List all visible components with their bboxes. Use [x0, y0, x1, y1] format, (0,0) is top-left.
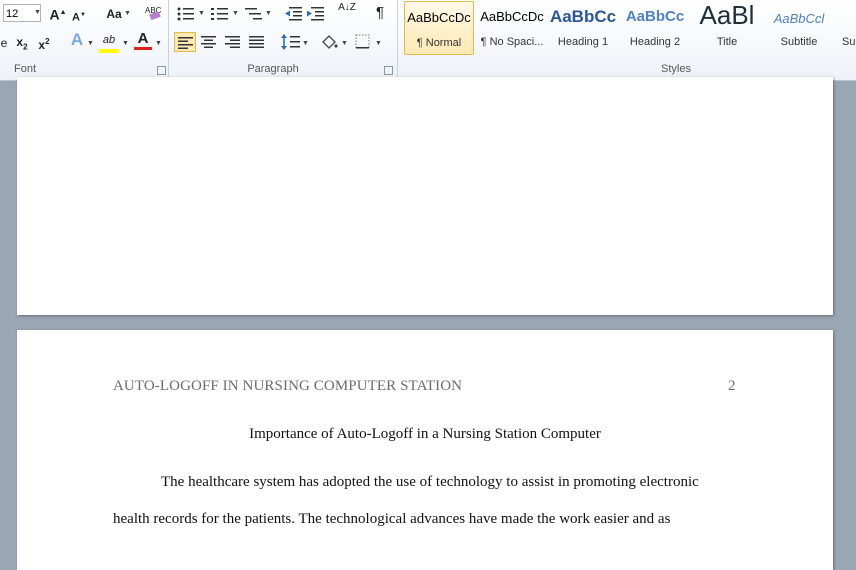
numbering-icon[interactable] — [211, 6, 229, 22]
page-2[interactable]: AUTO-LOGOFF IN NURSING COMPUTER STATION … — [17, 330, 833, 570]
multilevel-dropdown-icon[interactable]: ▼ — [265, 10, 272, 17]
style-title[interactable]: AaBl Title — [692, 0, 762, 55]
running-header: AUTO-LOGOFF IN NURSING COMPUTER STATION — [113, 378, 463, 394]
style-subtitle[interactable]: AaBbCcl Subtitle — [764, 1, 834, 55]
ribbon: 12 ▼ A▲ A▼ Aa ▼ ABC e x2 x2 A ▼ ab ▼ A ▼… — [0, 0, 856, 81]
styles-group-label: Styles — [661, 63, 691, 75]
page-1[interactable] — [17, 77, 833, 315]
align-center-icon[interactable] — [201, 35, 217, 49]
show-hide-button[interactable]: ¶ — [372, 5, 388, 21]
font-dialog-launcher-icon[interactable] — [157, 66, 166, 75]
document-canvas[interactable]: AUTO-LOGOFF IN NURSING COMPUTER STATION … — [0, 77, 856, 570]
line-spacing-icon[interactable] — [281, 34, 301, 50]
format-painter-fragment[interactable]: e — [0, 35, 8, 51]
multilevel-list-icon[interactable] — [245, 6, 263, 22]
increase-indent-icon[interactable] — [307, 6, 325, 22]
divider — [397, 0, 398, 78]
highlight-color-bar — [99, 49, 119, 53]
paragraph-line: The healthcare system has adopted the us… — [161, 474, 699, 490]
shading-bucket-icon[interactable] — [320, 34, 338, 50]
decrease-indent-icon[interactable] — [285, 6, 303, 22]
text-effects-dropdown-icon[interactable]: ▼ — [87, 40, 94, 47]
align-right-icon[interactable] — [225, 35, 241, 49]
paragraph-line: health records for the patients. The tec… — [113, 511, 671, 527]
paragraph-group-label: Paragraph — [247, 63, 299, 75]
font-color-bar — [134, 47, 152, 50]
font-color-button[interactable]: A — [134, 31, 152, 50]
highlight-dropdown-icon[interactable]: ▼ — [122, 40, 129, 47]
font-size-value: 12 — [6, 8, 19, 20]
style-no-spacing[interactable]: AaBbCcDc ¶ No Spaci... — [477, 1, 547, 55]
text-effects-button[interactable]: A — [68, 31, 86, 48]
highlight-button[interactable]: ab — [99, 32, 119, 53]
paragraph-dialog-launcher-icon[interactable] — [384, 66, 393, 75]
align-left-icon — [178, 37, 193, 49]
style-heading-1[interactable]: AaBbCc Heading 1 — [548, 1, 618, 55]
change-case-button[interactable]: Aa — [102, 6, 126, 22]
style-partial[interactable]: Su — [836, 1, 856, 55]
shrink-font-button[interactable]: A▼ — [71, 7, 87, 26]
clear-formatting-button[interactable]: ABC — [142, 3, 164, 21]
grow-font-button[interactable]: A▲ — [49, 5, 67, 23]
document-title: Importance of Auto-Logoff in a Nursing S… — [249, 426, 601, 442]
align-left-button[interactable] — [174, 32, 196, 52]
style-normal[interactable]: AaBbCcDc ¶ Normal — [404, 1, 474, 55]
font-color-dropdown-icon[interactable]: ▼ — [155, 40, 162, 47]
numbering-dropdown-icon[interactable]: ▼ — [232, 10, 239, 17]
subscript-button[interactable]: x2 — [14, 34, 30, 55]
font-size-dropdown-icon[interactable]: ▼ — [34, 9, 41, 16]
borders-icon[interactable] — [355, 34, 371, 50]
font-group-label: Font — [13, 63, 36, 75]
eraser-icon — [149, 12, 161, 21]
shading-dropdown-icon[interactable]: ▼ — [341, 40, 348, 47]
style-heading-2[interactable]: AaBbCc Heading 2 — [620, 1, 690, 55]
bullets-dropdown-icon[interactable]: ▼ — [198, 10, 205, 17]
justify-icon[interactable] — [249, 35, 265, 49]
sort-button[interactable]: A↓Z — [337, 3, 357, 13]
line-spacing-dropdown-icon[interactable]: ▼ — [302, 40, 309, 47]
bullets-icon[interactable] — [177, 6, 195, 22]
superscript-button[interactable]: x2 — [36, 34, 52, 53]
change-case-dropdown-icon[interactable]: ▼ — [124, 10, 131, 17]
page-number: 2 — [728, 378, 736, 394]
divider — [168, 0, 169, 78]
borders-dropdown-icon[interactable]: ▼ — [375, 40, 382, 47]
